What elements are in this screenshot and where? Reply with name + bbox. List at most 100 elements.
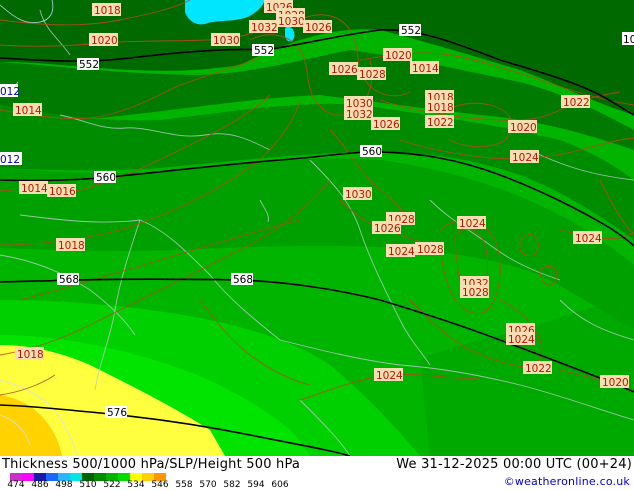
svg-text:1032: 1032 bbox=[346, 109, 373, 121]
slp-label: 1026 bbox=[329, 62, 358, 76]
svg-text:552: 552 bbox=[79, 59, 99, 71]
svg-text:1018: 1018 bbox=[17, 349, 44, 361]
legend-tick-label: 558 bbox=[175, 480, 193, 490]
legend-tick-label: 498 bbox=[55, 480, 73, 490]
svg-text:552: 552 bbox=[401, 25, 421, 37]
slp-label: 1026 bbox=[303, 20, 332, 34]
slp-label: 1032 bbox=[344, 107, 373, 121]
legend-tick-label: 594 bbox=[247, 480, 265, 490]
svg-text:1022: 1022 bbox=[427, 117, 454, 129]
slp-label: 1018 bbox=[92, 3, 121, 17]
svg-text:1014: 1014 bbox=[412, 63, 439, 75]
svg-text:1020: 1020 bbox=[510, 122, 537, 134]
legend-tick-label: 582 bbox=[223, 480, 241, 490]
svg-text:1028: 1028 bbox=[462, 287, 489, 299]
slp-label: 1014 bbox=[19, 181, 48, 195]
legend-tick-label: 606 bbox=[271, 480, 289, 490]
slp-label: 1020 bbox=[383, 48, 412, 62]
svg-text:1030: 1030 bbox=[345, 189, 372, 201]
svg-text:1022: 1022 bbox=[563, 97, 590, 109]
edge-label: 012 bbox=[0, 154, 20, 166]
slp-label: 1020 bbox=[89, 33, 118, 47]
svg-text:1028: 1028 bbox=[417, 244, 444, 256]
slp-label: 1026 bbox=[371, 117, 400, 131]
weather-map: 552 552 552 560 560 568 568 576 1018 102… bbox=[0, 0, 634, 456]
svg-text:1014: 1014 bbox=[21, 183, 48, 195]
slp-label: 1028 bbox=[357, 67, 386, 81]
slp-label: 1024 bbox=[374, 368, 403, 382]
slp-label: 1020 bbox=[600, 375, 629, 389]
svg-text:1024: 1024 bbox=[575, 233, 602, 245]
svg-text:552: 552 bbox=[254, 45, 274, 57]
valid-time: We 31-12-2025 00:00 UTC (00+24) bbox=[396, 457, 632, 472]
legend-tick-label: 510 bbox=[79, 480, 97, 490]
svg-text:1032: 1032 bbox=[251, 22, 278, 34]
credit-link[interactable]: ©weatheronline.co.uk bbox=[504, 474, 630, 489]
legend-tick-label: 570 bbox=[199, 480, 217, 490]
slp-label: 1014 bbox=[410, 61, 439, 75]
legend-tick-label: 474 bbox=[7, 480, 25, 490]
legend-tick-label: 546 bbox=[151, 480, 169, 490]
slp-label: 1024 bbox=[573, 231, 602, 245]
slp-label: 1024 bbox=[506, 332, 535, 346]
svg-text:576: 576 bbox=[107, 407, 127, 419]
edge-label: 012 bbox=[0, 86, 20, 98]
slp-label: 1016 bbox=[47, 184, 76, 198]
slp-label: 1032 bbox=[249, 20, 278, 34]
slp-label: 1030 bbox=[211, 33, 240, 47]
legend-tick-label: 522 bbox=[103, 480, 121, 490]
svg-text:1024: 1024 bbox=[459, 218, 486, 230]
height-label: 560 bbox=[360, 145, 382, 158]
svg-text:1020: 1020 bbox=[91, 35, 118, 47]
slp-label: 1022 bbox=[523, 361, 552, 375]
slp-label: 1022 bbox=[561, 95, 590, 109]
slp-label: 1024 bbox=[457, 216, 486, 230]
slp-label: 1028 bbox=[415, 242, 444, 256]
svg-text:1024: 1024 bbox=[376, 370, 403, 382]
svg-text:1026: 1026 bbox=[373, 119, 400, 131]
slp-label: 1018 bbox=[15, 347, 44, 361]
legend-tick-label: 486 bbox=[31, 480, 49, 490]
height-label: 560 bbox=[94, 171, 116, 184]
svg-text:1016: 1016 bbox=[49, 186, 76, 198]
slp-label: 1018 bbox=[425, 100, 454, 114]
slp-label: 1014 bbox=[13, 103, 42, 117]
svg-text:1018: 1018 bbox=[94, 5, 121, 17]
svg-text:1026: 1026 bbox=[374, 223, 401, 235]
svg-text:1024: 1024 bbox=[508, 334, 535, 346]
height-label: 552 bbox=[77, 58, 99, 71]
svg-text:568: 568 bbox=[59, 274, 79, 286]
slp-label: 1026 bbox=[372, 221, 401, 235]
svg-text:1028: 1028 bbox=[359, 69, 386, 81]
svg-text:1026: 1026 bbox=[305, 22, 332, 34]
svg-text:568: 568 bbox=[233, 274, 253, 286]
edge-label: 10 bbox=[623, 34, 634, 46]
svg-text:1024: 1024 bbox=[512, 152, 539, 164]
height-label: 552 bbox=[399, 24, 421, 37]
svg-text:1020: 1020 bbox=[602, 377, 629, 389]
height-label: 552 bbox=[252, 44, 274, 57]
height-label: 568 bbox=[57, 273, 79, 286]
height-label: 568 bbox=[231, 273, 253, 286]
svg-text:1020: 1020 bbox=[385, 50, 412, 62]
legend-tick-label: 534 bbox=[127, 480, 145, 490]
svg-text:1018: 1018 bbox=[58, 240, 85, 252]
height-label: 576 bbox=[105, 406, 127, 419]
svg-text:560: 560 bbox=[362, 146, 382, 158]
svg-text:1024: 1024 bbox=[388, 246, 415, 258]
color-legend: 474 486 498 510 522 534 546 558 570 582 594 606 bbox=[4, 473, 324, 490]
footer: Thickness 500/1000 hPa/SLP/Height 500 hP… bbox=[0, 456, 634, 490]
map-title: Thickness 500/1000 hPa/SLP/Height 500 hP… bbox=[2, 457, 301, 472]
svg-text:560: 560 bbox=[96, 172, 116, 184]
svg-text:1022: 1022 bbox=[525, 363, 552, 375]
slp-label: 1020 bbox=[508, 120, 537, 134]
slp-label: 1018 bbox=[56, 238, 85, 252]
svg-text:1018: 1018 bbox=[427, 102, 454, 114]
slp-label: 1028 bbox=[460, 285, 489, 299]
slp-label: 1030 bbox=[276, 14, 305, 28]
svg-text:1014: 1014 bbox=[15, 105, 42, 117]
slp-label: 1022 bbox=[425, 115, 454, 129]
svg-text:1030: 1030 bbox=[213, 35, 240, 47]
slp-label: 1024 bbox=[510, 150, 539, 164]
svg-text:1026: 1026 bbox=[331, 64, 358, 76]
